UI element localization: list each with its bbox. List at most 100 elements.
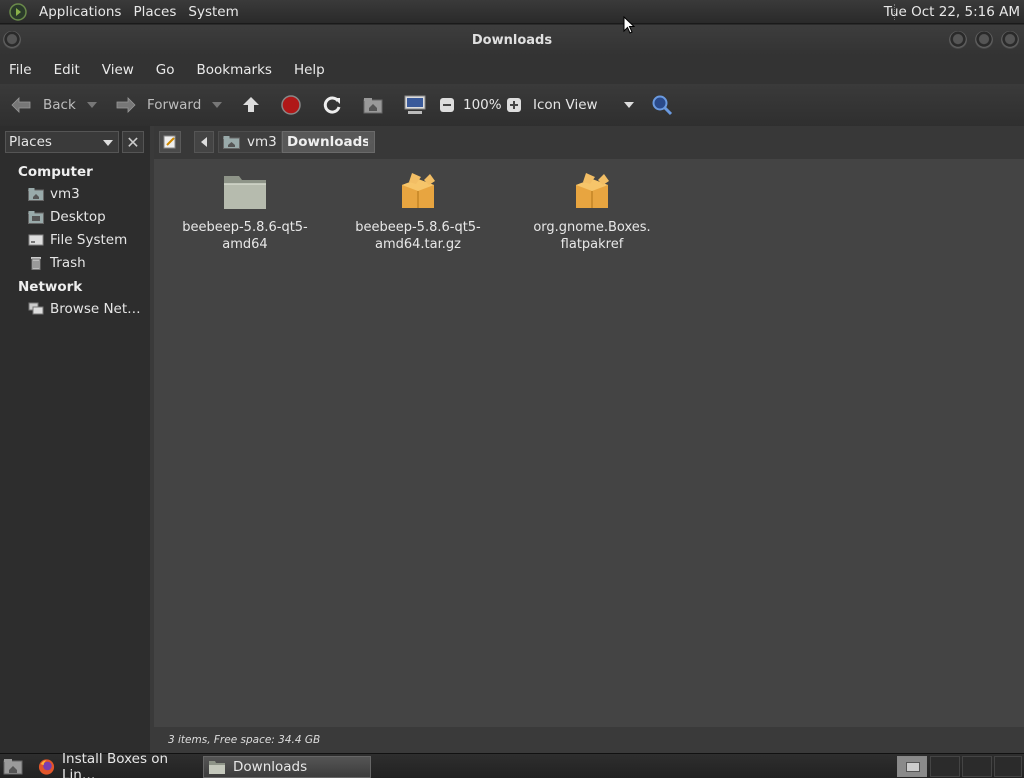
sidebar-item-trash[interactable]: Trash [28,255,86,271]
toggle-location-entry-button[interactable] [159,131,181,153]
top-panel: Applications Places System Tue Oct 22, 5… [0,0,1024,24]
zoom-in-button[interactable] [506,89,522,121]
menubar: File Edit View Go Bookmarks Help [0,55,1024,84]
file-name-line2: flatpakref [560,237,624,252]
file-item[interactable]: org.gnome.Boxes. flatpakref [522,171,662,253]
file-name-line2: amd64 [222,237,268,252]
file-name-line2: amd64.tar.gz [375,237,461,252]
zoom-out-button[interactable] [439,89,455,121]
up-button[interactable] [240,89,262,121]
back-history-dropdown[interactable] [87,89,97,121]
chevron-down-icon [212,102,222,108]
path-scroll-left-button[interactable] [194,131,214,153]
file-item[interactable]: beebeep-5.8.6-qt5- amd64.tar.gz [348,171,488,253]
back-button[interactable]: Back [8,89,76,121]
folder-icon [224,176,266,209]
status-bar: 3 items, Free space: 34.4 GB [154,727,1024,753]
back-arrow-icon [11,97,31,113]
breadcrumb-label: vm3 [247,134,277,150]
window-title: Downloads [471,32,553,48]
sidebar-type-label: Places [9,134,52,150]
file-name-line1: beebeep-5.8.6-qt5- [355,220,481,235]
sidebar-item-label: Trash [50,255,86,271]
file-view[interactable]: beebeep-5.8.6-qt5- amd64 beebeep-5.8.6-q… [154,159,1024,727]
path-bar: vm3 Downloads [154,126,1024,159]
home-folder-icon [223,136,240,149]
taskbar-item-label: Install Boxes on Lin… [62,751,169,778]
menu-help[interactable]: Help [285,62,338,78]
system-menu[interactable]: System [182,4,244,20]
places-menu[interactable]: Places [127,4,182,20]
forward-history-dropdown[interactable] [212,89,222,121]
trash-icon [31,257,41,270]
status-text: 3 items, Free space: 34.4 GB [168,734,321,746]
reload-button[interactable] [321,89,343,121]
breadcrumb-vm3[interactable]: vm3 [218,131,282,153]
network-icon [28,302,44,315]
home-button[interactable] [362,89,384,121]
file-item[interactable]: beebeep-5.8.6-qt5- amd64 [175,171,315,253]
applications-menu[interactable]: Applications [33,4,127,20]
sidebar-item-label: vm3 [50,186,80,202]
reload-icon [323,96,341,114]
sidebar-type-select[interactable]: Places [5,131,119,153]
zoom-in-icon [507,98,521,112]
close-icon: ✕ [126,132,140,152]
search-button[interactable] [651,89,673,121]
menu-edit[interactable]: Edit [45,62,93,78]
menu-bookmarks[interactable]: Bookmarks [188,62,285,78]
sidebar-item-browse-network[interactable]: Browse Net… [28,301,141,317]
desktop-folder-icon [28,211,44,224]
chevron-down-icon [87,102,97,108]
firefox-icon [38,759,55,775]
drive-icon [28,234,44,246]
file-name-line1: org.gnome.Boxes. [533,220,651,235]
close-sidebar-button[interactable]: ✕ [122,131,144,153]
home-folder-icon [363,98,383,114]
breadcrumb-downloads[interactable]: Downloads [282,131,376,153]
window-titlebar[interactable]: Downloads [0,25,1024,55]
workspace-3[interactable] [962,756,992,777]
back-label: Back [43,97,76,113]
sidebar-heading-computer: Computer [18,164,93,180]
home-folder-icon [28,188,44,201]
sidebar-item-vm3[interactable]: vm3 [28,186,80,202]
zoom-level[interactable]: 100% [463,89,502,121]
mouse-pointer-icon [623,16,635,34]
workspace-2[interactable] [930,756,960,777]
clock[interactable]: Tue Oct 22, 5:16 AM [884,4,1020,20]
bottom-panel: Install Boxes on Lin… Downloads [0,751,1024,778]
view-mode-select[interactable]: Icon View [533,89,637,121]
zoom-out-icon [440,98,454,112]
sidebar-item-label: File System [50,232,128,248]
close-button[interactable] [1001,31,1019,49]
folder-icon [209,761,225,774]
gnome-foot-icon[interactable] [8,2,28,22]
edit-icon [163,135,176,149]
file-name-line1: beebeep-5.8.6-qt5- [182,220,308,235]
forward-button[interactable]: Forward [113,89,201,121]
sidebar-item-desktop[interactable]: Desktop [28,209,106,225]
maximize-button[interactable] [975,31,993,49]
path-scroll-right-button[interactable] [368,137,374,147]
workspace-4[interactable] [994,756,1022,777]
show-desktop-icon[interactable] [3,757,23,775]
up-arrow-icon [243,97,259,112]
taskbar-item-downloads[interactable]: Downloads [203,756,371,778]
menu-go[interactable]: Go [147,62,188,78]
workspace-window-thumbnail [906,762,920,772]
forward-label: Forward [147,97,202,113]
computer-button[interactable] [403,89,427,121]
workspace-1[interactable] [897,756,927,777]
minimize-button[interactable] [949,31,967,49]
forward-arrow-icon [116,97,136,113]
menu-view[interactable]: View [93,62,147,78]
sidebar-item-label: Browse Net… [50,301,141,317]
window-menu-button[interactable] [3,31,21,49]
search-icon [652,95,673,116]
stop-button[interactable] [280,89,302,121]
menu-file[interactable]: File [0,62,45,78]
sidebar-item-file-system[interactable]: File System [28,232,127,248]
toolbar: Back Forward 100% Icon View [0,84,1024,126]
taskbar-item-browser[interactable]: Install Boxes on Lin… [34,751,198,778]
